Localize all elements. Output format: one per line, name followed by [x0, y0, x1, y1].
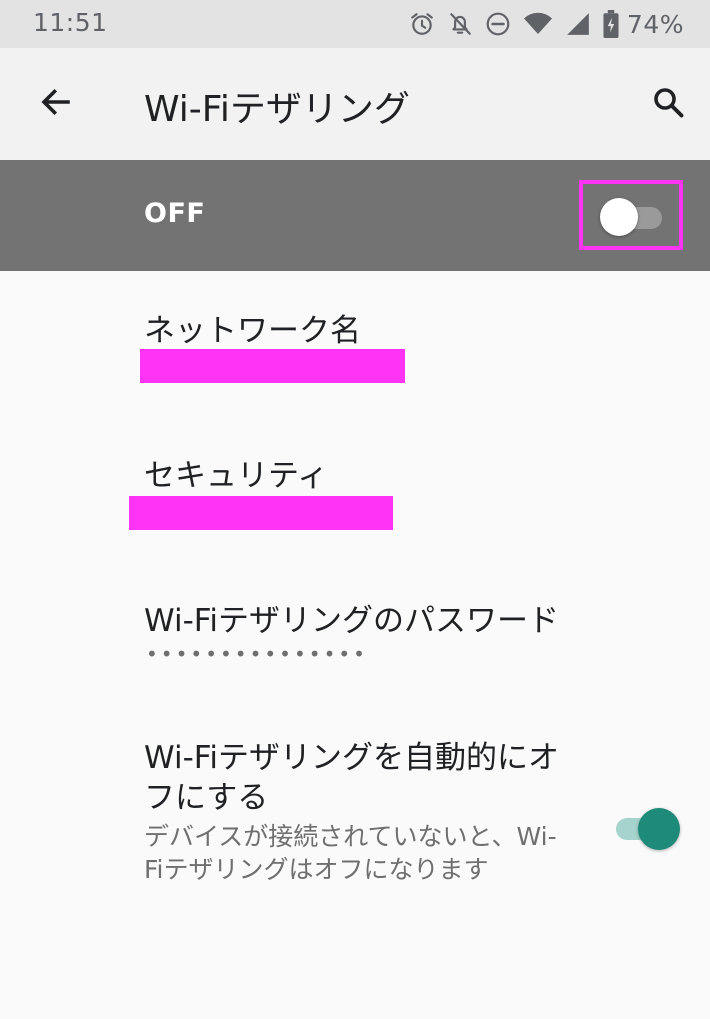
auto-off-item[interactable]: Wi-Fiテザリングを自動的にオフにする デバイスが接続されていないと、Wi-F… [0, 720, 710, 940]
battery-percentage: 74% [626, 9, 684, 39]
wifi-icon [523, 11, 553, 37]
switch-thumb [600, 198, 638, 236]
auto-off-switch[interactable] [614, 808, 680, 850]
switch-thumb [638, 808, 680, 850]
auto-off-title: Wi-Fiテザリングを自動的にオフにする [144, 740, 559, 816]
security-title: セキュリティ [144, 458, 329, 494]
notifications-off-icon [447, 11, 473, 37]
app-bar: Wi-Fiテザリング [0, 48, 710, 160]
redacted-network-name [140, 349, 405, 383]
security-item[interactable]: セキュリティ [0, 420, 710, 550]
status-bar: 11:51 74% [0, 0, 710, 48]
status-icons: 74% [409, 9, 684, 39]
master-switch-bar[interactable]: OFF [0, 160, 710, 271]
back-button[interactable] [28, 76, 84, 132]
screen: 11:51 74% Wi-Fiテザリング OFF ネットワーク名 セキュリティ … [0, 0, 710, 1019]
master-switch-label: OFF [144, 198, 206, 229]
password-item[interactable]: Wi-Fiテザリングのパスワード ••••••••••••••• [0, 570, 710, 690]
cellular-signal-icon [565, 11, 591, 37]
redacted-security-value [129, 496, 393, 530]
do-not-disturb-icon [485, 11, 511, 37]
network-name-item[interactable]: ネットワーク名 [0, 271, 710, 401]
auto-off-summary: デバイスが接続されていないと、Wi-Fiテザリングはオフになります [144, 822, 557, 884]
battery-charging-icon [603, 10, 619, 38]
search-button[interactable] [640, 76, 696, 132]
master-switch-toggle[interactable] [600, 198, 664, 236]
search-icon [650, 84, 686, 124]
arrow-back-icon [38, 84, 74, 124]
network-name-title: ネットワーク名 [144, 313, 361, 349]
alarm-icon [409, 11, 435, 37]
password-title: Wi-Fiテザリングのパスワード [144, 603, 559, 639]
page-title: Wi-Fiテザリング [144, 89, 410, 130]
status-time: 11:51 [33, 8, 108, 37]
password-value: ••••••••••••••• [146, 642, 368, 666]
